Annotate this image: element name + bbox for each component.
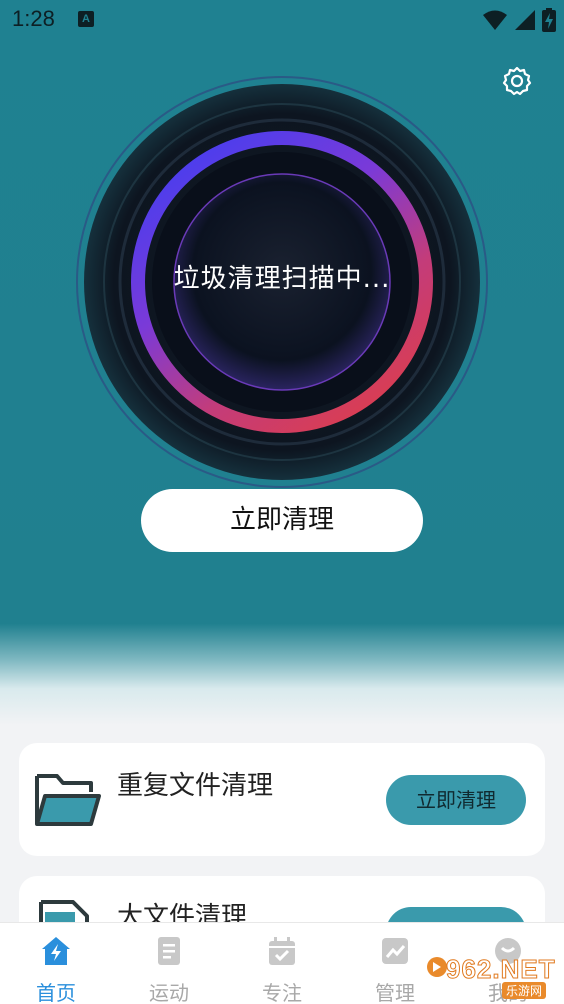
tab-focus[interactable]: 专注 <box>226 923 338 1004</box>
watermark-subtext: 乐游网 <box>502 982 547 999</box>
duplicate-files-card: 重复文件清理 立即清理 <box>19 743 545 856</box>
tab-sport[interactable]: 运动 <box>113 923 225 1004</box>
document-icon <box>158 937 180 965</box>
wifi-icon <box>483 10 507 30</box>
card-title: 重复文件清理 <box>117 771 274 801</box>
tab-label: 首页 <box>36 981 76 1004</box>
battery-icon <box>542 8 556 32</box>
status-bar: 1:28 A <box>0 0 564 40</box>
bolt-home-icon <box>42 937 70 965</box>
watermark-text: 962.NET <box>446 954 556 985</box>
notification-icon: A <box>78 11 94 27</box>
tab-home[interactable]: 首页 <box>0 923 112 1004</box>
calendar-check-icon <box>269 937 295 965</box>
status-time: 1:28 <box>12 6 55 31</box>
clean-now-button[interactable]: 立即清理 <box>141 489 423 552</box>
signal-icon <box>515 10 535 30</box>
duplicate-clean-button[interactable]: 立即清理 <box>386 775 526 825</box>
tab-label: 运动 <box>149 981 189 1004</box>
gear-icon <box>502 66 532 96</box>
settings-button[interactable] <box>501 65 533 97</box>
watermark-logo-icon <box>427 957 447 977</box>
status-icons <box>482 8 556 32</box>
folder-icon <box>33 770 101 830</box>
site-watermark: 962.NET 乐游网 <box>424 952 564 1004</box>
scan-status-text: 垃圾清理扫描中... <box>173 264 391 294</box>
chart-icon <box>382 938 408 964</box>
tab-label: 专注 <box>262 981 302 1004</box>
